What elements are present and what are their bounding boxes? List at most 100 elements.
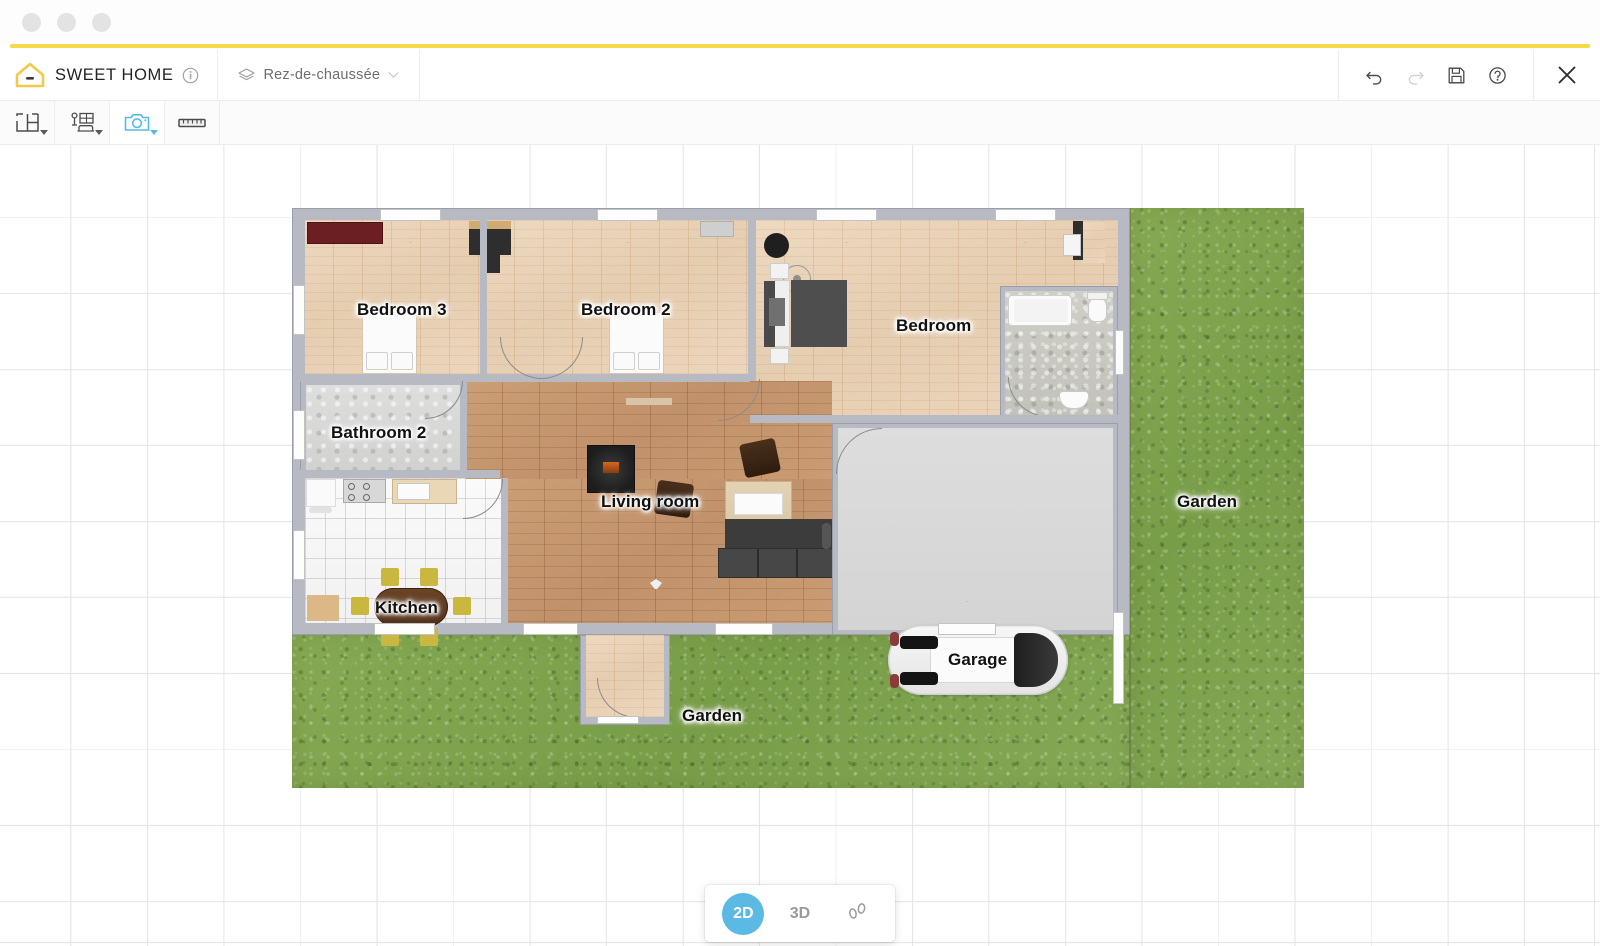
car-taillight [890, 674, 899, 688]
dining-chair[interactable] [420, 568, 438, 586]
floor-plan: Bedroom 3 Bedroom 2 Bedroom Bathroom 2 K… [0, 145, 1600, 946]
header-spacer [420, 50, 1338, 101]
pillow [638, 352, 660, 370]
zoom-dot[interactable] [92, 12, 111, 32]
bathtub-inner [1014, 299, 1068, 322]
fireplace-ember [603, 462, 619, 473]
toolbar [0, 101, 1600, 145]
window[interactable] [374, 623, 435, 635]
porch-door[interactable] [597, 716, 639, 724]
corner-chair[interactable] [1063, 234, 1081, 256]
window[interactable] [816, 209, 877, 221]
nightstand-bottom [770, 348, 789, 364]
undo-button[interactable] [1365, 66, 1384, 85]
bed-lamp[interactable] [769, 298, 785, 326]
dining-chair[interactable] [351, 597, 369, 615]
round-stool[interactable] [764, 233, 789, 258]
info-icon[interactable] [182, 67, 199, 84]
wall-bedroom3-bedroom2 [480, 214, 487, 381]
stove-burner [363, 483, 370, 490]
window[interactable] [293, 285, 305, 335]
wall-bathroom2-kitchen [300, 470, 500, 478]
camera-tool-caret[interactable] [150, 130, 158, 135]
sofa-cushion-divider [796, 548, 798, 578]
room-label-bathroom-2: Bathroom 2 [331, 423, 427, 442]
double-bed[interactable] [791, 280, 847, 347]
kitchen-appliance[interactable] [397, 483, 430, 500]
window[interactable] [995, 209, 1056, 221]
car-taillight [890, 632, 899, 646]
floorplan-tool[interactable] [0, 101, 55, 144]
layer-label: Rez-de-chaussée [263, 67, 381, 83]
chevron-down-icon [388, 71, 399, 79]
window-titlebar [0, 0, 1600, 44]
window[interactable] [597, 209, 658, 221]
window[interactable] [1115, 330, 1124, 375]
window[interactable] [293, 530, 305, 580]
pillow [613, 352, 635, 370]
window[interactable] [380, 209, 441, 221]
measure-tool[interactable] [165, 101, 220, 144]
floorplan-tool-caret[interactable] [40, 130, 48, 135]
layers-icon [238, 67, 256, 83]
redo-button[interactable] [1406, 66, 1425, 85]
garage-door[interactable] [1113, 612, 1124, 704]
kitchen-sink[interactable] [309, 507, 332, 513]
wall-kitchen-east [460, 381, 467, 478]
window[interactable] [715, 623, 773, 635]
ruler-icon [178, 116, 206, 130]
accent-line [10, 44, 1590, 48]
brand-block: SWEET HOME [0, 49, 219, 101]
minimize-dot[interactable] [57, 12, 76, 32]
app-window: SWEET HOME Rez-de-chaussée Bedroom 3 Bed… [0, 0, 1600, 946]
room-label-garage: Garage [948, 650, 1008, 669]
page-title: SWEET HOME [55, 65, 174, 84]
console-table[interactable] [626, 398, 672, 405]
pillow [366, 352, 388, 370]
camera-tool[interactable] [110, 101, 165, 144]
kitchen-counter-left[interactable] [306, 479, 336, 507]
wardrobe[interactable] [307, 222, 383, 244]
view-switcher: 2D 3D [705, 885, 895, 942]
toilet-tank [1087, 292, 1108, 300]
save-button[interactable] [1447, 66, 1466, 85]
stove-burner [348, 483, 355, 490]
furniture-tool-caret[interactable] [95, 130, 103, 135]
stove-burner [363, 494, 370, 501]
camera-icon [124, 112, 150, 133]
footsteps-icon [845, 899, 869, 928]
kitchen-mat[interactable] [307, 595, 339, 621]
stove-burner [348, 494, 355, 501]
desk[interactable] [469, 229, 511, 255]
help-button[interactable] [1488, 66, 1507, 85]
window[interactable] [523, 623, 578, 635]
floorplan-icon [15, 112, 40, 133]
sofa[interactable] [725, 519, 837, 548]
coffee-table[interactable] [734, 493, 783, 515]
layer-selector[interactable]: Rez-de-chaussée [218, 49, 421, 101]
toilet[interactable] [1088, 297, 1107, 322]
close-dot[interactable] [22, 12, 41, 32]
shelf[interactable] [700, 221, 734, 237]
room-label-garden-south: Garden [682, 706, 743, 725]
dining-chair[interactable] [453, 597, 471, 615]
view-2d[interactable]: 2D [722, 892, 765, 935]
sofa-cushion-divider [757, 548, 759, 578]
desk-top[interactable] [469, 221, 511, 229]
car-rear-window [900, 672, 938, 685]
car-rear-window [900, 636, 938, 649]
wall-bedroom1-south [750, 415, 1120, 423]
furniture-tool[interactable] [55, 101, 110, 144]
view-walkthrough[interactable] [836, 893, 878, 935]
dining-chair[interactable] [381, 568, 399, 586]
nightstand-top [770, 263, 789, 279]
view-3d[interactable]: 3D [779, 893, 821, 935]
pillow [391, 352, 413, 370]
close-button[interactable] [1534, 50, 1600, 101]
plan-canvas[interactable]: Bedroom 3 Bedroom 2 Bedroom Bathroom 2 K… [0, 145, 1600, 946]
window[interactable] [293, 410, 305, 460]
room-label-living-room: Living room [601, 492, 700, 511]
window[interactable] [938, 623, 996, 635]
room-label-bedroom-1: Bedroom [896, 316, 972, 335]
app-header: SWEET HOME Rez-de-chaussée [0, 49, 1600, 101]
